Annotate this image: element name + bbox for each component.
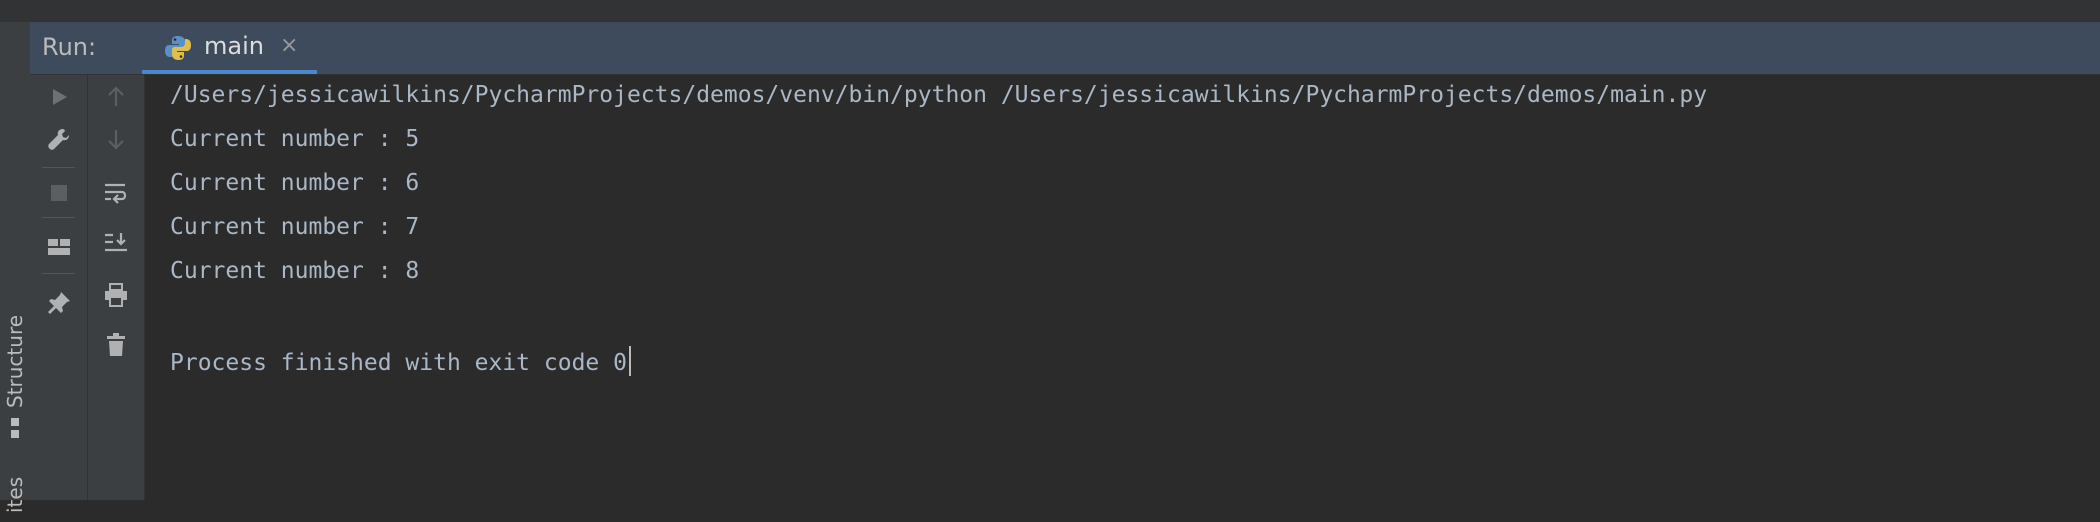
python-icon (164, 34, 192, 66)
scroll-to-end-button[interactable] (88, 221, 144, 265)
restore-layout-button[interactable] (30, 225, 87, 269)
run-button[interactable] (30, 75, 87, 119)
wrench-icon (47, 129, 69, 150)
favorites-tool-tab[interactable]: ites (0, 467, 30, 522)
structure-tool-tab[interactable]: Structure (0, 302, 30, 452)
pin-tab-button[interactable] (30, 281, 87, 325)
layout-icon (47, 239, 70, 255)
console-output[interactable]: /Users/jessicawilkins/PycharmProjects/de… (145, 75, 2100, 500)
console-output-line: Current number : 6 (170, 170, 420, 196)
toolbar-separator (42, 167, 75, 168)
soft-wrap-button[interactable] (88, 171, 144, 215)
toolbar-separator (42, 273, 75, 274)
text-cursor (628, 346, 631, 376)
previous-occurrence-button[interactable] (88, 75, 144, 119)
run-icon (52, 89, 67, 105)
exit-message: Process finished with exit code 0 (170, 350, 627, 376)
favorites-tab-label: ites (3, 476, 27, 513)
run-toolbar-left (30, 75, 88, 500)
active-tab-indicator (142, 70, 317, 74)
tab-main-label: main (204, 32, 264, 60)
structure-icon (3, 416, 27, 440)
tab-main[interactable]: main × (112, 22, 317, 74)
down-arrow-icon (108, 130, 124, 150)
print-icon (105, 283, 127, 307)
run-label: Run: (42, 33, 97, 61)
console-output-line: Current number : 5 (170, 126, 420, 152)
close-icon[interactable]: × (280, 33, 298, 58)
console-output-line: Current number : 7 (170, 214, 420, 240)
stop-icon (50, 185, 67, 201)
top-strip (0, 0, 2100, 22)
soft-wrap-icon (105, 183, 127, 204)
print-button[interactable] (88, 273, 144, 317)
edit-configuration-button[interactable] (30, 117, 87, 161)
next-occurrence-button[interactable] (88, 117, 144, 161)
scroll-to-end-icon (105, 233, 127, 252)
run-toolbar-right (88, 75, 145, 500)
stop-button[interactable] (30, 171, 87, 215)
run-tool-window-header: Run: main × (30, 22, 2100, 75)
console-command-line: /Users/jessicawilkins/PycharmProjects/de… (170, 82, 1708, 108)
pin-icon (47, 292, 70, 314)
structure-tab-label: Structure (3, 314, 27, 408)
console-output-line: Current number : 8 (170, 258, 420, 284)
clear-all-button[interactable] (88, 323, 144, 367)
left-tool-window-strip: Structure ites (0, 22, 31, 513)
console-exit-line: Process finished with exit code 0 (170, 346, 631, 376)
trash-icon (107, 333, 125, 356)
up-arrow-icon (108, 86, 124, 106)
toolbar-separator (42, 217, 75, 218)
